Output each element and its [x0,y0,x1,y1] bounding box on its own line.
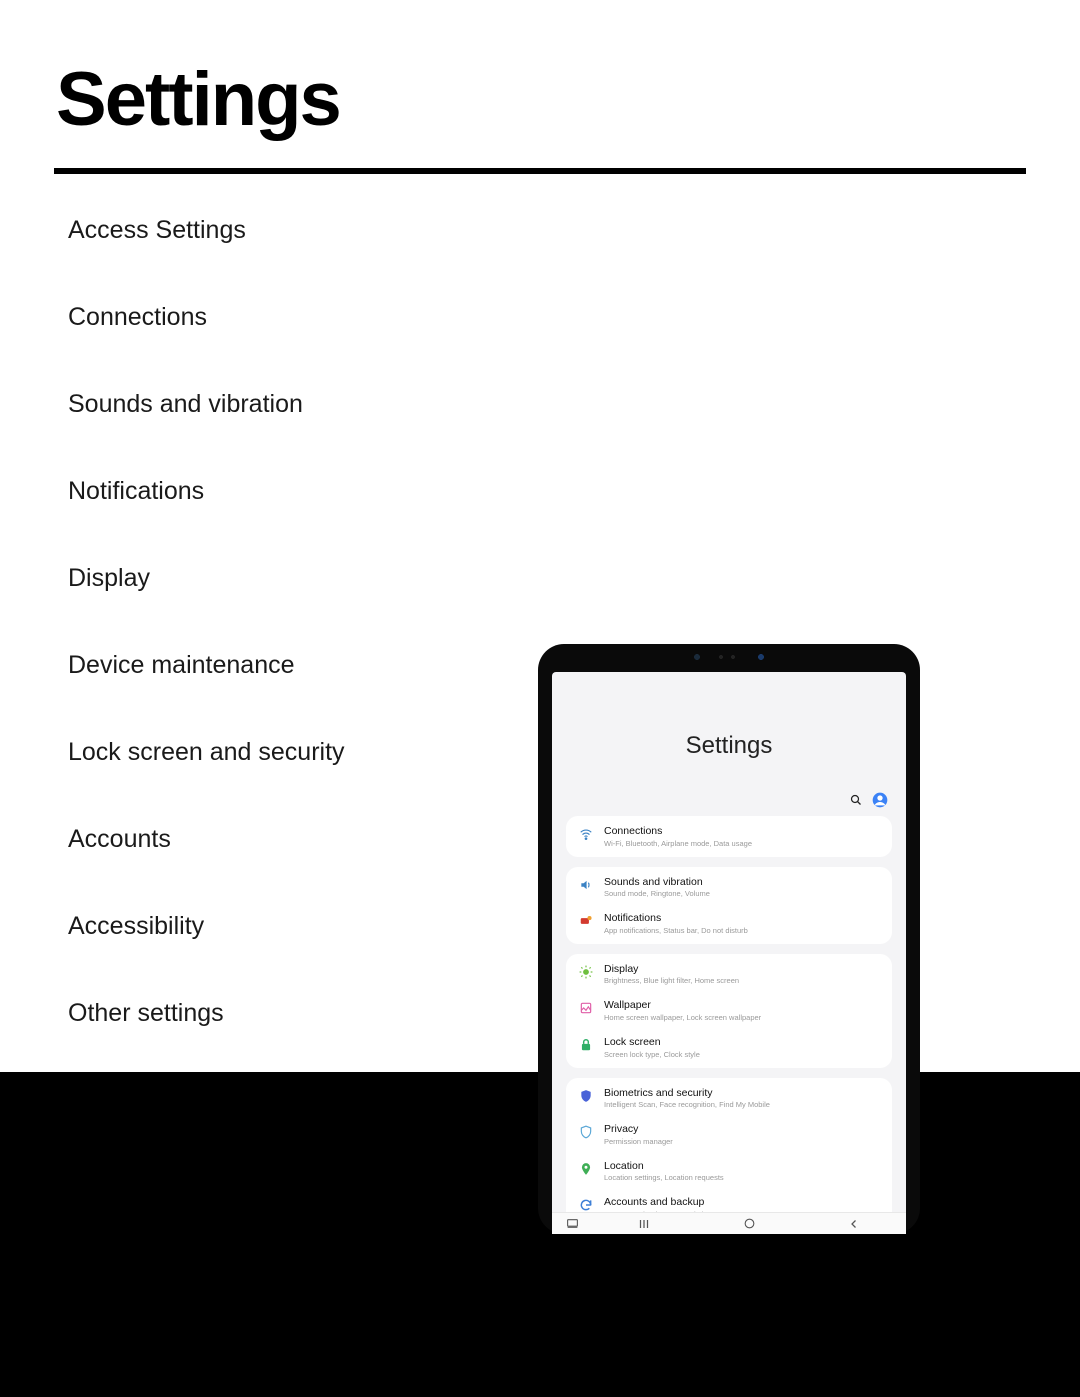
tablet-frame: Settings Connections Wi-Fi, Bluetooth, A… [538,644,920,1234]
recents-button[interactable] [592,1218,697,1230]
sound-icon [578,877,594,893]
row-sub: Location settings, Location requests [604,1173,880,1182]
nav-accessibility[interactable]: Accessibility [68,912,468,941]
settings-group: Biometrics and security Intelligent Scan… [566,1078,892,1234]
row-display[interactable]: Display Brightness, Blue light filter, H… [566,956,892,993]
row-title: Display [604,963,880,976]
row-title: Sounds and vibration [604,876,880,889]
row-wallpaper[interactable]: Wallpaper Home screen wallpaper, Lock sc… [566,992,892,1029]
shield-icon [578,1088,594,1104]
nav-other-settings[interactable]: Other settings [68,999,468,1028]
row-text: Privacy Permission manager [604,1123,880,1146]
row-privacy[interactable]: Privacy Permission manager [566,1116,892,1153]
location-icon [578,1161,594,1177]
settings-group: Display Brightness, Blue light filter, H… [566,954,892,1068]
nav-sounds-vibration[interactable]: Sounds and vibration [68,390,468,419]
nav-device-maintenance[interactable]: Device maintenance [68,651,468,680]
row-sub: Brightness, Blue light filter, Home scre… [604,976,880,985]
lock-icon [578,1037,594,1053]
row-title: Biometrics and security [604,1087,880,1100]
row-text: Location Location settings, Location req… [604,1160,880,1183]
dex-icon[interactable] [552,1217,592,1230]
row-text: Sounds and vibration Sound mode, Rington… [604,876,880,899]
row-title: Wallpaper [604,999,880,1012]
row-title: Privacy [604,1123,880,1136]
row-sub: Home screen wallpaper, Lock screen wallp… [604,1013,880,1022]
row-notifications[interactable]: Notifications App notifications, Status … [566,905,892,942]
row-lock-screen[interactable]: Lock screen Screen lock type, Clock styl… [566,1029,892,1066]
row-sub: Intelligent Scan, Face recognition, Find… [604,1100,880,1109]
row-sounds[interactable]: Sounds and vibration Sound mode, Rington… [566,869,892,906]
row-title: Notifications [604,912,880,925]
row-title: Connections [604,825,880,838]
wallpaper-icon [578,1000,594,1016]
account-icon[interactable] [872,792,888,808]
nav-lock-screen-security[interactable]: Lock screen and security [68,738,468,767]
sync-icon [578,1197,594,1213]
row-text: Lock screen Screen lock type, Clock styl… [604,1036,880,1059]
home-button[interactable] [697,1217,802,1230]
row-text: Display Brightness, Blue light filter, H… [604,963,880,986]
row-sub: Wi-Fi, Bluetooth, Airplane mode, Data us… [604,839,880,848]
screen-title: Settings [552,672,906,788]
row-text: Notifications App notifications, Status … [604,912,880,935]
settings-group: Sounds and vibration Sound mode, Rington… [566,867,892,944]
row-sub: Sound mode, Ringtone, Volume [604,889,880,898]
row-sub: App notifications, Status bar, Do not di… [604,926,880,935]
row-title: Lock screen [604,1036,880,1049]
system-navbar [552,1212,906,1234]
nav-access-settings[interactable]: Access Settings [68,216,468,245]
wifi-icon [578,826,594,842]
row-title: Accounts and backup [604,1196,880,1209]
search-icon[interactable] [850,794,862,806]
settings-group: Connections Wi-Fi, Bluetooth, Airplane m… [566,816,892,857]
row-sub: Permission manager [604,1137,880,1146]
row-sub: Screen lock type, Clock style [604,1050,880,1059]
row-biometrics[interactable]: Biometrics and security Intelligent Scan… [566,1080,892,1117]
screen-toolbar [552,788,906,816]
row-location[interactable]: Location Location settings, Location req… [566,1153,892,1190]
nav-connections[interactable]: Connections [68,303,468,332]
settings-list: Connections Wi-Fi, Bluetooth, Airplane m… [552,816,906,1234]
row-text: Connections Wi-Fi, Bluetooth, Airplane m… [604,825,880,848]
tablet-screen: Settings Connections Wi-Fi, Bluetooth, A… [552,672,906,1234]
display-icon [578,964,594,980]
nav-accounts[interactable]: Accounts [68,825,468,854]
nav-display[interactable]: Display [68,564,468,593]
row-connections[interactable]: Connections Wi-Fi, Bluetooth, Airplane m… [566,818,892,855]
page-title: Settings [56,56,340,143]
section-nav: Access Settings Connections Sounds and v… [68,216,468,1086]
notification-icon [578,913,594,929]
row-title: Location [604,1160,880,1173]
row-text: Biometrics and security Intelligent Scan… [604,1087,880,1110]
privacy-icon [578,1124,594,1140]
title-rule [54,168,1026,174]
row-text: Wallpaper Home screen wallpaper, Lock sc… [604,999,880,1022]
nav-notifications[interactable]: Notifications [68,477,468,506]
back-button[interactable] [801,1218,906,1230]
